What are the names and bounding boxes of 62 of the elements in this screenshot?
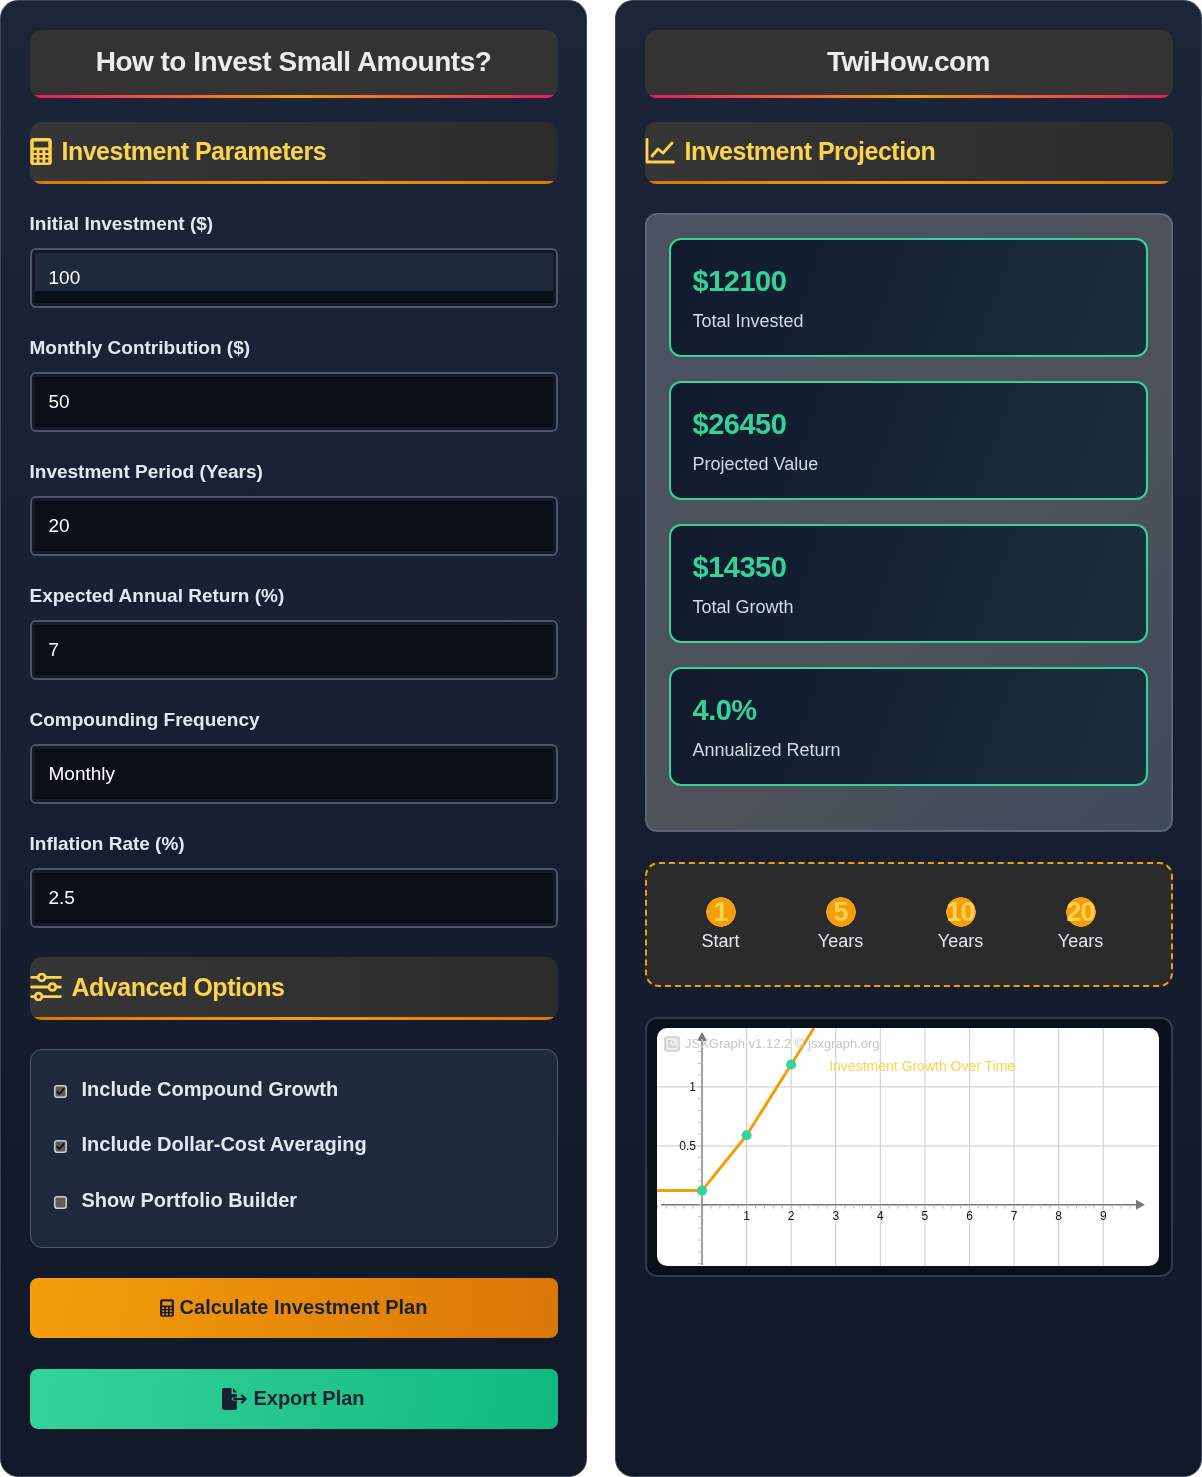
tick-label: 6 — [965, 1208, 973, 1223]
calculator-icon — [29, 137, 52, 165]
input-field[interactable]: 7 — [29, 619, 558, 680]
tick-label: 9 — [1099, 1208, 1107, 1223]
site-title: TwiHow.com — [644, 29, 1173, 98]
field-label: Initial Investment ($) — [29, 212, 215, 235]
checkbox[interactable] — [53, 1140, 67, 1153]
input-field[interactable]: 100 — [29, 247, 558, 308]
result-label: Total Invested — [692, 309, 804, 332]
result-value: $26450 — [692, 406, 787, 441]
calculate-button[interactable]: Calculate Investment Plan — [29, 1277, 558, 1338]
milestone-label: Years — [937, 931, 984, 951]
milestone-number: 5 — [825, 897, 856, 927]
milestone-label: Years — [817, 931, 864, 951]
checkbox[interactable] — [53, 1084, 67, 1098]
data-point — [785, 1059, 796, 1069]
field-label: Investment Period (Years) — [29, 460, 264, 483]
tick-label: 1 — [688, 1079, 696, 1094]
result-label: Annualized Return — [692, 738, 841, 761]
tick-label: 7 — [1010, 1208, 1017, 1223]
tick-label: 3 — [831, 1208, 839, 1223]
result-label: Projected Value — [692, 452, 819, 475]
chart-title: Investment Growth Over Time — [828, 1057, 1015, 1074]
tick-label: 1 — [742, 1208, 750, 1223]
tick-label: 5 — [921, 1208, 928, 1223]
checkbox[interactable] — [53, 1195, 67, 1209]
result-label: Total Growth — [692, 595, 794, 618]
field-label: Expected Annual Return (%) — [29, 584, 286, 607]
result-value: $14350 — [692, 549, 787, 584]
milestone-label: Years — [1057, 931, 1104, 951]
section-title: Investment Projection — [684, 136, 936, 166]
data-point — [696, 1185, 707, 1196]
checkbox-label[interactable]: Include Compound Growth — [81, 1076, 339, 1101]
tick-label: 8 — [1054, 1208, 1062, 1223]
input-field[interactable]: 2.5 — [29, 867, 558, 928]
calculator-icon — [159, 1298, 174, 1317]
checkbox-label[interactable]: Include Dollar-Cost Averaging — [81, 1132, 367, 1156]
data-point — [741, 1129, 752, 1140]
input-field[interactable]: 20 — [29, 495, 558, 556]
sliders-icon — [29, 972, 62, 1001]
logo-icon — [663, 1035, 680, 1052]
page-title: How to Invest Small Amounts? — [29, 29, 558, 98]
milestone-label: Start — [701, 931, 740, 951]
section-title: Advanced Options — [71, 971, 285, 1002]
field-label: Monthly Contribution ($) — [29, 336, 252, 359]
checkbox-label[interactable]: Show Portfolio Builder — [81, 1187, 298, 1212]
chart-line-icon — [644, 138, 675, 164]
tick-label: 0.5 — [678, 1138, 696, 1153]
result-value: 4.0% — [692, 692, 757, 727]
milestone-number: 10 — [945, 897, 976, 927]
section-title: Investment Parameters — [61, 136, 327, 166]
input-field[interactable]: 50 — [29, 371, 558, 432]
export-button[interactable]: Export Plan — [29, 1368, 558, 1429]
input-field[interactable]: Monthly — [29, 743, 558, 804]
tick-label: 4 — [876, 1208, 884, 1223]
file-export-icon — [222, 1387, 248, 1410]
field-label: Compounding Frequency — [29, 708, 261, 731]
milestone-number: 20 — [1065, 897, 1096, 927]
milestone-number: 1 — [705, 897, 736, 927]
result-value: $12100 — [692, 263, 787, 298]
field-label: Inflation Rate (%) — [29, 832, 186, 855]
tick-label: 2 — [787, 1208, 795, 1223]
